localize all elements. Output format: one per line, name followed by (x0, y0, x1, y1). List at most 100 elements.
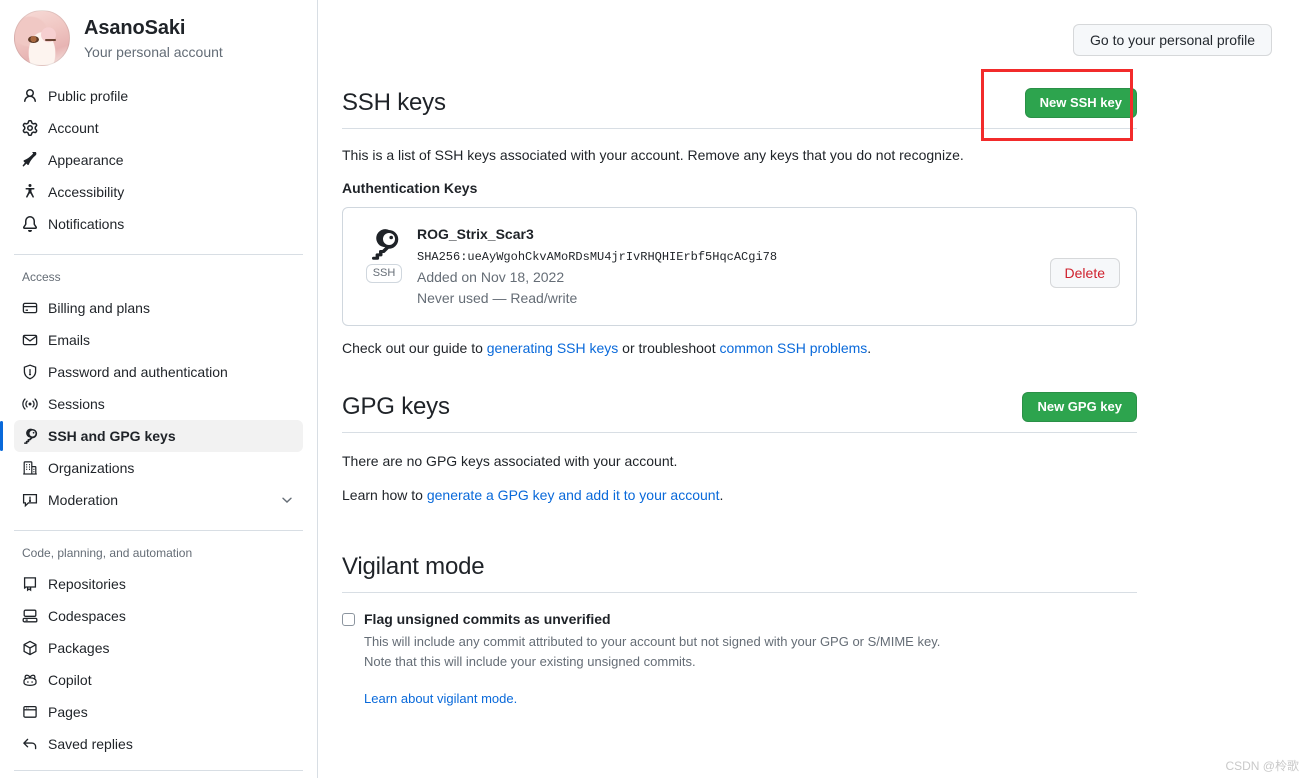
sidebar-divider-2 (14, 530, 303, 531)
vigilant-mode-section: Vigilant mode Flag unsigned commits as u… (342, 552, 1137, 708)
sidebar-item-sessions[interactable]: Sessions (14, 388, 303, 420)
guide-middle-text: or troubleshoot (618, 340, 719, 356)
sidebar-item-saved-replies[interactable]: Saved replies (14, 728, 303, 760)
ssh-key-usage: Never used — Read/write (417, 288, 1050, 309)
sidebar-item-packages[interactable]: Packages (14, 632, 303, 664)
sidebar-item-label: Organizations (48, 458, 134, 478)
account-login: AsanoSaki (84, 16, 223, 40)
sidebar-item-label: Saved replies (48, 734, 133, 754)
watermark: CSDN @柃歌 (1225, 757, 1299, 774)
gear-icon (22, 120, 38, 136)
vigilant-texts: Flag unsigned commits as unverified This… (364, 609, 940, 708)
vigilant-checkbox-label: Flag unsigned commits as unverified (364, 609, 940, 630)
ssh-key-icon-column: SSH (359, 224, 409, 283)
sidebar-group-access: Access (22, 268, 317, 286)
ssh-key-added-date: Added on Nov 18, 2022 (417, 267, 1050, 288)
sidebar-code-nav: Repositories Codespaces Packages Copilot… (0, 568, 317, 760)
ssh-keys-header: SSH keys New SSH key (342, 88, 1137, 129)
ssh-guide-note: Check out our guide to generating SSH ke… (342, 338, 1137, 359)
report-icon (22, 492, 38, 508)
settings-sidebar: AsanoSaki Your personal account Public p… (0, 0, 318, 778)
key-icon (22, 428, 38, 444)
settings-main: Go to your personal profile SSH keys New… (318, 0, 1309, 778)
sidebar-item-emails[interactable]: Emails (14, 324, 303, 356)
organization-icon (22, 460, 38, 476)
sidebar-item-label: Password and authentication (48, 362, 228, 382)
sidebar-item-organizations[interactable]: Organizations (14, 452, 303, 484)
gpg-keys-section: GPG keys New GPG key There are no GPG ke… (342, 392, 1137, 506)
sidebar-item-label: Sessions (48, 394, 105, 414)
sidebar-item-label: Emails (48, 330, 90, 350)
sidebar-primary-nav: Public profile Account Appearance Access… (0, 80, 317, 240)
gpg-learn-note: Learn how to generate a GPG key and add … (342, 485, 1137, 506)
ssh-key-info: ROG_Strix_Scar3 SHA256:ueAyWgohCkvAMoRDs… (409, 224, 1050, 309)
go-to-personal-profile-button[interactable]: Go to your personal profile (1073, 24, 1272, 56)
sidebar-item-copilot[interactable]: Copilot (14, 664, 303, 696)
sidebar-item-account[interactable]: Account (14, 112, 303, 144)
broadcast-icon (22, 396, 38, 412)
codespaces-icon (22, 608, 38, 624)
copilot-icon (22, 672, 38, 688)
new-gpg-key-button[interactable]: New GPG key (1022, 392, 1137, 422)
ssh-key-fingerprint: SHA256:ueAyWgohCkvAMoRDsMU4jrIvRHQHIErbf… (417, 247, 1050, 267)
sidebar-item-label: Moderation (48, 490, 118, 510)
sidebar-item-label: Accessibility (48, 182, 124, 202)
chevron-down-icon[interactable] (279, 492, 295, 508)
sidebar-item-notifications[interactable]: Notifications (14, 208, 303, 240)
learn-about-vigilant-mode-link[interactable]: Learn about vigilant mode. (364, 691, 517, 706)
ssh-keys-section: SSH keys New SSH key This is a list of S… (342, 88, 1137, 359)
avatar[interactable] (14, 10, 70, 66)
account-header: AsanoSaki Your personal account (0, 0, 317, 66)
sidebar-item-appearance[interactable]: Appearance (14, 144, 303, 176)
delete-ssh-key-button[interactable]: Delete (1050, 258, 1120, 288)
vigilant-mode-title: Vigilant mode (342, 552, 484, 582)
sidebar-item-ssh-and-gpg-keys[interactable]: SSH and GPG keys (14, 420, 303, 452)
sidebar-item-label: Billing and plans (48, 298, 150, 318)
sidebar-item-codespaces[interactable]: Codespaces (14, 600, 303, 632)
ssh-keys-title: SSH keys (342, 88, 446, 118)
settings-page: AsanoSaki Your personal account Public p… (0, 0, 1309, 778)
sidebar-item-label: Codespaces (48, 606, 126, 626)
paintbrush-icon (22, 152, 38, 168)
vigilant-note-line-2: Note that this will include your existin… (364, 652, 940, 672)
credit-card-icon (22, 300, 38, 316)
shield-lock-icon (22, 364, 38, 380)
vigilant-note-line-1: This will include any commit attributed … (364, 632, 940, 652)
generate-gpg-key-link[interactable]: generate a GPG key and add it to your ac… (427, 487, 720, 503)
package-icon (22, 640, 38, 656)
sidebar-access-nav: Billing and plans Emails Password and au… (0, 292, 317, 516)
bell-icon (22, 216, 38, 232)
sidebar-item-label: Account (48, 118, 99, 138)
sidebar-item-pages[interactable]: Pages (14, 696, 303, 728)
vigilant-mode-header: Vigilant mode (342, 552, 1137, 593)
ssh-key-row: SSH ROG_Strix_Scar3 SHA256:ueAyWgohCkvAM… (342, 207, 1137, 326)
generating-ssh-keys-link[interactable]: generating SSH keys (487, 340, 619, 356)
new-ssh-key-button[interactable]: New SSH key (1025, 88, 1137, 118)
sidebar-item-label: Appearance (48, 150, 124, 170)
sidebar-item-repositories[interactable]: Repositories (14, 568, 303, 600)
gpg-keys-header: GPG keys New GPG key (342, 392, 1137, 433)
sidebar-item-public-profile[interactable]: Public profile (14, 80, 303, 112)
sidebar-divider-3 (14, 770, 303, 771)
sidebar-group-code: Code, planning, and automation (22, 544, 317, 562)
personal-profile-row: Go to your personal profile (1073, 24, 1272, 56)
account-names: AsanoSaki Your personal account (84, 14, 223, 62)
common-ssh-problems-link[interactable]: common SSH problems (719, 340, 867, 356)
key-icon (368, 228, 400, 260)
sidebar-item-moderation[interactable]: Moderation (14, 484, 303, 516)
accessibility-icon (22, 184, 38, 200)
account-subtitle: Your personal account (84, 42, 223, 62)
gpg-empty-text: There are no GPG keys associated with yo… (342, 451, 1137, 472)
sidebar-item-label: Public profile (48, 86, 128, 106)
person-icon (22, 88, 38, 104)
flag-unsigned-commits-checkbox[interactable] (342, 613, 355, 626)
guide-suffix-text: . (867, 340, 871, 356)
sidebar-item-password-and-authentication[interactable]: Password and authentication (14, 356, 303, 388)
ssh-keys-description: This is a list of SSH keys associated wi… (342, 145, 1137, 166)
vigilant-checkbox-row[interactable]: Flag unsigned commits as unverified This… (342, 609, 1137, 708)
gpg-learn-prefix: Learn how to (342, 487, 427, 503)
sidebar-item-billing-and-plans[interactable]: Billing and plans (14, 292, 303, 324)
authentication-keys-subheading: Authentication Keys (342, 178, 1137, 199)
sidebar-item-accessibility[interactable]: Accessibility (14, 176, 303, 208)
ssh-key-actions: Delete (1050, 224, 1120, 288)
